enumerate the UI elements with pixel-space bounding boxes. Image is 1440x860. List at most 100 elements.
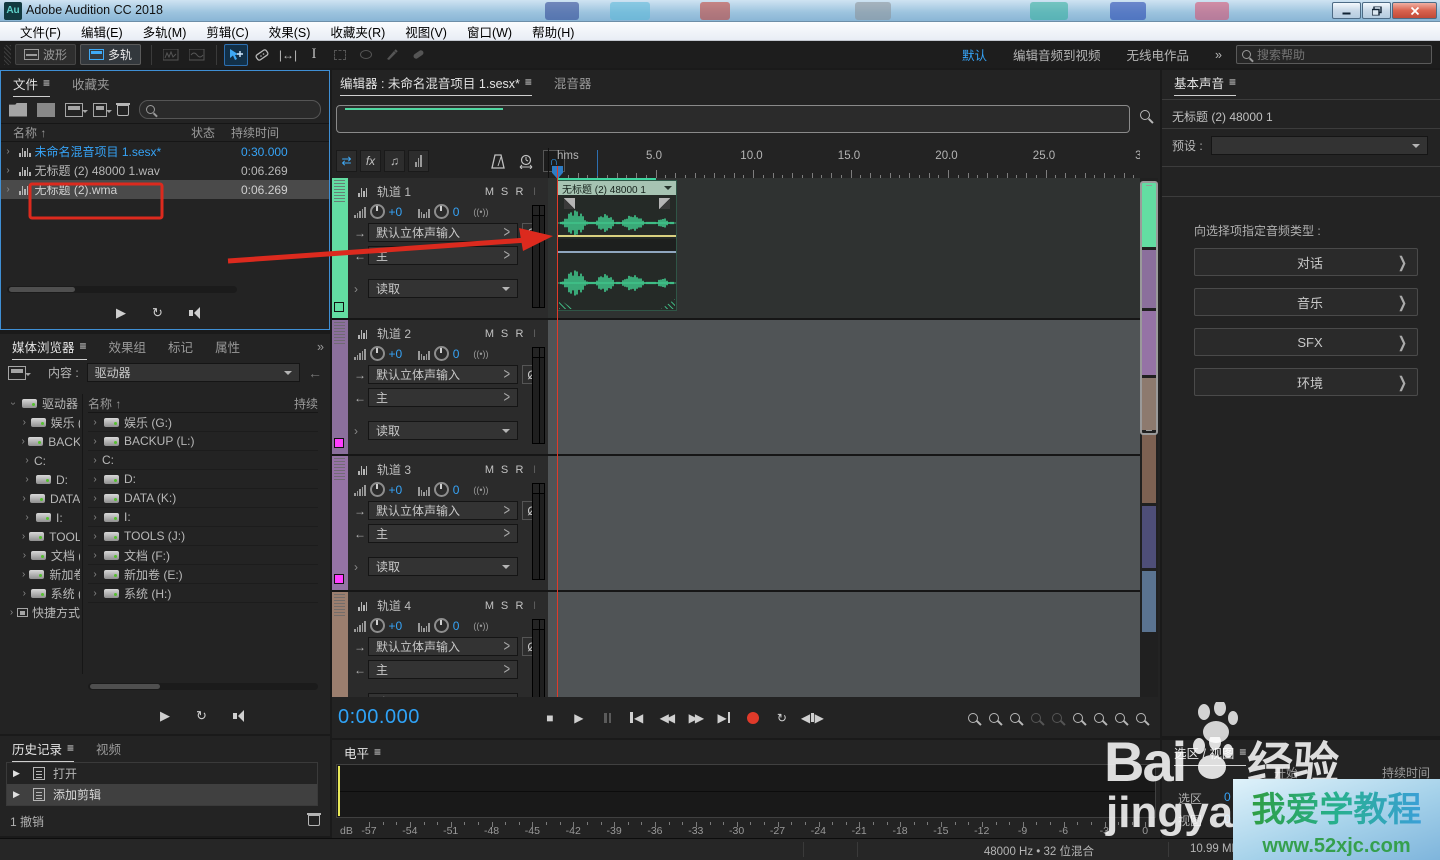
move-to-start-icon[interactable]: ◀: [627, 709, 647, 727]
menu-item[interactable]: 窗口(W): [457, 22, 522, 41]
track-lane[interactable]: 无标题 (2) 48000 1: [548, 592, 1140, 697]
track-lane[interactable]: 无标题 (2) 48000 1: [548, 178, 1140, 318]
horizontal-scrollbar[interactable]: [88, 683, 318, 690]
volume-knob[interactable]: [370, 346, 385, 361]
output-select[interactable]: 主>: [368, 246, 518, 265]
workspace-tab[interactable]: 编辑音频到视频: [1013, 45, 1101, 64]
sends-toggle-icon[interactable]: ⇄: [336, 150, 357, 172]
track-name[interactable]: 轨道 4: [377, 597, 482, 614]
open-file-icon[interactable]: [9, 103, 27, 117]
track-lane[interactable]: 无标题 (2) 48000 1: [548, 456, 1140, 590]
audio-type-button[interactable]: SFX ❯: [1194, 328, 1418, 356]
solo-button[interactable]: S: [497, 600, 512, 612]
menu-item[interactable]: 视图(V): [395, 22, 457, 41]
arm-record-button[interactable]: R: [512, 186, 527, 198]
menu-item[interactable]: 剪辑(C): [196, 22, 258, 41]
pan-value[interactable]: 0: [453, 347, 460, 361]
menu-item[interactable]: 收藏夹(R): [320, 22, 395, 41]
volume-knob[interactable]: [370, 482, 385, 497]
tree-drive-item[interactable]: ›系统 (H:): [6, 584, 80, 603]
zoom-navigate-icon[interactable]: [1140, 110, 1150, 120]
pan-knob[interactable]: [434, 346, 449, 361]
clip-menu-caret-icon[interactable]: [664, 186, 672, 194]
tab-overflow-icon[interactable]: »: [317, 340, 324, 354]
pan-knob[interactable]: [434, 482, 449, 497]
play-icon[interactable]: ▶: [116, 305, 126, 321]
input-monitor-button[interactable]: I: [527, 186, 542, 198]
loop-playback-icon[interactable]: ↻: [772, 709, 792, 727]
tab-media-browser[interactable]: 媒体浏览器≡: [12, 337, 87, 360]
input-monitor-button[interactable]: I: [527, 328, 542, 340]
drive-row[interactable]: ›TOOLS (J:): [88, 527, 318, 546]
horizontal-scrollbar[interactable]: [7, 286, 237, 293]
volume-value[interactable]: +0: [389, 347, 403, 361]
tab-essential-sound[interactable]: 基本声音≡: [1174, 73, 1236, 96]
automation-mode-select[interactable]: 读取: [368, 279, 518, 298]
audio-clip[interactable]: 无标题 (2) 48000 1: [557, 180, 677, 311]
play-icon[interactable]: ▶: [160, 708, 170, 724]
tab-favorites[interactable]: 收藏夹: [72, 74, 110, 93]
view-start-value[interactable]: 0: [1224, 812, 1231, 829]
output-select[interactable]: 主>: [368, 524, 518, 543]
global-clip-stretch-icon[interactable]: [515, 150, 537, 172]
drive-row[interactable]: ›DATA (K:): [88, 489, 318, 508]
razor-tool-icon[interactable]: [250, 44, 274, 66]
zoom-out-selection-icon[interactable]: [1031, 713, 1041, 723]
panel-menu-icon[interactable]: ≡: [374, 745, 381, 759]
drive-row[interactable]: ›I:: [88, 508, 318, 527]
drive-row[interactable]: ›D:: [88, 470, 318, 489]
tree-shortcuts[interactable]: ›快捷方式: [6, 603, 80, 622]
zoom-reset-icon[interactable]: [1052, 713, 1062, 723]
track-drag-handle-icon[interactable]: [334, 180, 345, 202]
column-status[interactable]: 状态: [191, 124, 215, 141]
clip-header[interactable]: 无标题 (2) 48000 1: [558, 181, 676, 195]
volume-value[interactable]: +0: [389, 205, 403, 219]
volume-value[interactable]: +0: [389, 619, 403, 633]
metronome-icon[interactable]: [487, 150, 509, 172]
import-file-icon[interactable]: [37, 103, 55, 117]
metering-icon[interactable]: [408, 150, 429, 172]
automation-expand-icon[interactable]: ›: [354, 282, 368, 296]
expand-icon[interactable]: ›: [1, 146, 15, 157]
input-select[interactable]: 默认立体声输入>: [368, 501, 518, 520]
timeline-overview-scrollbar[interactable]: [336, 105, 1130, 133]
automation-mode-select[interactable]: 读取: [368, 557, 518, 576]
play-icon[interactable]: ▶: [569, 709, 589, 727]
auto-play-speaker-icon[interactable]: [233, 710, 246, 722]
lasso-selection-tool-icon[interactable]: [354, 44, 378, 66]
track-color-strip[interactable]: [332, 456, 348, 590]
mute-button[interactable]: M: [482, 328, 497, 340]
pause-icon[interactable]: [598, 709, 618, 727]
paintbrush-tool-icon[interactable]: [380, 44, 404, 66]
move-to-end-icon[interactable]: ▶: [714, 709, 734, 727]
panel-menu-icon[interactable]: ≡: [1239, 745, 1246, 759]
expand-icon[interactable]: ›: [1, 184, 15, 195]
mute-button[interactable]: M: [482, 464, 497, 476]
solo-button[interactable]: S: [497, 186, 512, 198]
zoom-in-selection-icon[interactable]: [1010, 713, 1020, 723]
input-monitor-button[interactable]: I: [527, 464, 542, 476]
close-button[interactable]: [1392, 2, 1437, 19]
tree-drive-item[interactable]: ›I:: [6, 508, 80, 527]
volume-envelope[interactable]: [558, 235, 676, 237]
volume-knob[interactable]: [370, 618, 385, 633]
track-lane[interactable]: 无标题 (2) 48000 1: [548, 320, 1140, 454]
tab-mixer[interactable]: 混音器: [554, 73, 592, 92]
audio-type-button[interactable]: 对话 ❯: [1194, 248, 1418, 276]
trash-icon[interactable]: [117, 103, 129, 116]
menu-item[interactable]: 效果(S): [259, 22, 321, 41]
tree-drive-item[interactable]: ›D:: [6, 470, 80, 489]
stop-icon[interactable]: ■: [540, 709, 560, 727]
new-content-icon[interactable]: [65, 103, 83, 117]
panel-menu-icon[interactable]: ≡: [1229, 75, 1236, 89]
tree-drive-item[interactable]: ›DATA (K:): [6, 489, 80, 508]
restore-button[interactable]: [1362, 2, 1391, 19]
track-color-strip[interactable]: [332, 320, 348, 454]
trash-icon[interactable]: [308, 813, 320, 826]
time-selection-tool-icon[interactable]: I: [302, 44, 326, 66]
track-drag-handle-icon[interactable]: [334, 322, 345, 344]
arm-record-button[interactable]: R: [512, 328, 527, 340]
mute-button[interactable]: M: [482, 600, 497, 612]
loop-playback-icon[interactable]: ↻: [196, 708, 207, 724]
marquee-selection-tool-icon[interactable]: [328, 44, 352, 66]
